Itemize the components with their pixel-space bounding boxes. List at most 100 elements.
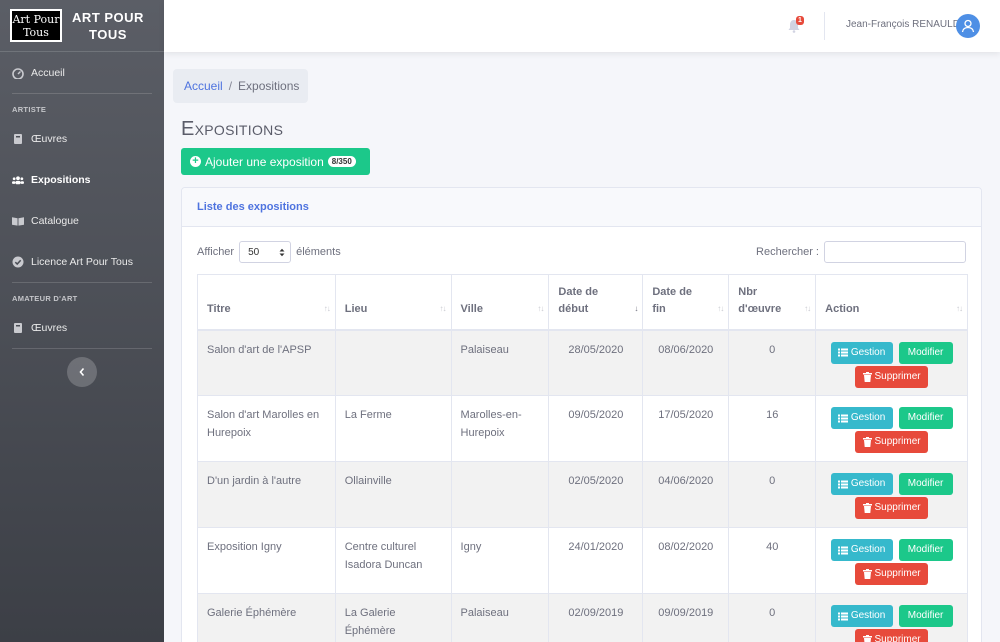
cell-artwork-count: 0	[728, 461, 817, 528]
edit-button[interactable]: Modifier	[898, 605, 953, 627]
cell-actions: Gestion Modifier Supprimer	[815, 329, 968, 396]
column-header-ville[interactable]: Ville ↑↓	[450, 274, 550, 331]
manage-button[interactable]: Gestion	[830, 605, 893, 627]
manage-label: Gestion	[850, 544, 886, 555]
manage-button[interactable]: Gestion	[830, 407, 893, 429]
trash-icon	[862, 371, 872, 382]
column-header-label: Lieu	[344, 302, 368, 315]
column-header-label: Nbr d'œuvre	[738, 285, 782, 315]
column-header-date-fin[interactable]: Date de fin ↑↓	[642, 274, 730, 331]
delete-button[interactable]: Supprimer	[855, 629, 929, 642]
delete-label: Supprimer	[874, 634, 921, 642]
avatar[interactable]	[956, 14, 980, 38]
row-actions: Gestion Modifier Supprimer	[825, 604, 958, 642]
delete-button[interactable]: Supprimer	[855, 563, 929, 585]
sidebar-item-accueil[interactable]: Accueil	[0, 52, 164, 93]
cell-end-date: 08/06/2020	[642, 329, 730, 396]
logo-line-1: Art Pour	[12, 13, 60, 26]
sort-desc-icon: ↓	[634, 303, 638, 313]
cell-title: D'un jardin à l'autre	[197, 461, 336, 528]
trash-icon	[862, 503, 872, 513]
cell-place: Centre culturel Isadora Duncan	[334, 527, 452, 594]
column-header-label: Ville	[460, 302, 483, 315]
delete-button[interactable]: Supprimer	[855, 497, 929, 519]
manage-button[interactable]: Gestion	[830, 473, 893, 495]
delete-label: Supprimer	[874, 370, 921, 382]
book-icon	[12, 133, 24, 145]
sidebar-item-label: Œuvres	[31, 132, 68, 145]
dashboard-icon	[12, 67, 24, 79]
cell-end-date: 09/09/2019	[642, 593, 730, 642]
column-header-titre[interactable]: Titre ↑↓	[197, 274, 336, 331]
manage-label: Gestion	[850, 478, 886, 489]
sidebar-item-label: Expositions	[31, 173, 91, 186]
search-input[interactable]	[824, 241, 966, 263]
column-header-label: Date de début	[558, 285, 599, 315]
sidebar-item-label: Catalogue	[31, 214, 79, 227]
cell-start-date: 24/01/2020	[548, 527, 644, 594]
delete-label: Supprimer	[874, 568, 921, 579]
sidebar-item-catalogue[interactable]: Catalogue	[0, 200, 164, 241]
column-header-action[interactable]: Action ↑↓	[815, 274, 968, 331]
delete-button[interactable]: Supprimer	[855, 365, 929, 388]
sidebar-toggle-button[interactable]	[67, 357, 97, 387]
table-row: Salon d'art Marolles en Hurepoix La Ferm…	[197, 395, 968, 462]
edit-label: Modifier	[907, 412, 944, 423]
cell-city: Marolles-en-Hurepoix	[450, 395, 550, 462]
sidebar-item-expositions[interactable]: Expositions	[0, 159, 164, 200]
list-icon	[837, 612, 848, 620]
cell-end-date: 08/02/2020	[642, 527, 730, 594]
trash-icon	[862, 569, 872, 579]
book-icon	[12, 322, 24, 334]
cell-actions: Gestion Modifier Supprimer	[815, 395, 968, 462]
sort-icon: ↑↓	[717, 303, 724, 313]
page-size-select[interactable]: 50	[239, 241, 292, 263]
sidebar-item-oeuvres-artiste[interactable]: Œuvres	[0, 118, 164, 159]
plus-circle-icon: +	[190, 156, 201, 167]
cell-actions: Gestion Modifier Supprimer	[815, 593, 968, 642]
page-size-control: Afficher 50 éléments	[197, 241, 341, 263]
logo-line-2: Tous	[23, 26, 49, 39]
cell-title: Exposition Igny	[197, 527, 336, 594]
sidebar-item-licence[interactable]: Licence Art Pour Tous	[0, 241, 164, 282]
delete-label: Supprimer	[874, 502, 921, 513]
list-icon	[837, 546, 848, 554]
sort-updown-icon	[279, 248, 285, 256]
cell-city: Igny	[450, 527, 550, 594]
row-actions: Gestion Modifier Supprimer	[825, 472, 958, 519]
cell-end-date: 17/05/2020	[642, 395, 730, 462]
sidebar-item-label: Licence Art Pour Tous	[31, 255, 133, 268]
edit-button[interactable]: Modifier	[898, 407, 953, 429]
cell-title: Salon d'art de l'APSP	[197, 329, 336, 396]
column-header-lieu[interactable]: Lieu ↑↓	[334, 274, 452, 331]
breadcrumb-home-link[interactable]: Accueil	[184, 79, 223, 93]
cell-title: Salon d'art Marolles en Hurepoix	[197, 395, 336, 462]
breadcrumb: Accueil / Expositions	[173, 69, 308, 103]
add-exposition-button[interactable]: + Ajouter une exposition 8/350	[181, 148, 370, 175]
notifications-button[interactable]: 1	[788, 16, 806, 33]
edit-button[interactable]: Modifier	[898, 539, 953, 561]
user-name[interactable]: Jean-François RENAULD	[846, 19, 960, 30]
table-row: Galerie Éphémère La Galerie Éphémère Pal…	[197, 593, 968, 642]
table-body: Salon d'art de l'APSP Palaiseau 28/05/20…	[197, 329, 968, 642]
manage-button[interactable]: Gestion	[830, 341, 893, 364]
cell-start-date: 02/05/2020	[548, 461, 644, 528]
list-icon	[837, 414, 848, 422]
edit-button[interactable]: Modifier	[898, 341, 953, 364]
open-book-icon	[12, 215, 24, 227]
user-icon	[961, 19, 975, 33]
column-header-date-debut[interactable]: Date de début ↓	[548, 274, 644, 331]
sidebar-item-oeuvres-amateur[interactable]: Œuvres	[0, 307, 164, 348]
sidebar-item-label: Œuvres	[31, 321, 68, 334]
column-header-nbr-oeuvre[interactable]: Nbr d'œuvre ↑↓	[728, 274, 817, 331]
topbar-divider	[824, 12, 825, 40]
delete-button[interactable]: Supprimer	[855, 431, 929, 453]
breadcrumb-current: Expositions	[238, 79, 300, 93]
search-control: Rechercher :	[756, 241, 966, 263]
sidebar-item-label: Accueil	[31, 66, 65, 79]
cell-city: Palaiseau	[450, 593, 550, 642]
brand[interactable]: Art Pour Tous ART POUR TOUS	[0, 0, 164, 52]
manage-label: Gestion	[850, 412, 886, 423]
edit-button[interactable]: Modifier	[898, 473, 953, 495]
manage-button[interactable]: Gestion	[830, 539, 893, 561]
